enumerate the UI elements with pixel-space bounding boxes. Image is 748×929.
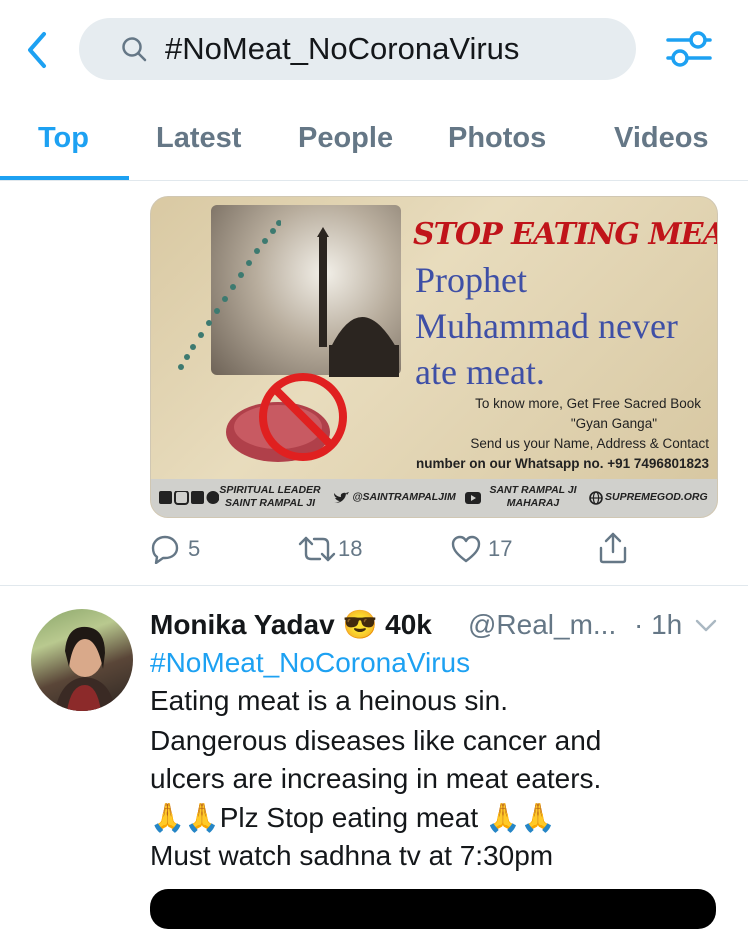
reply-icon [151, 535, 179, 564]
prayer-beads-image [178, 220, 281, 370]
reply-count: 5 [188, 536, 201, 561]
search-filter-button[interactable] [664, 26, 714, 72]
back-button[interactable] [22, 30, 52, 70]
footer-channel-name-1: SANT RAMPAL JI [489, 484, 577, 496]
tweet-image[interactable]: STOP EATING MEAT! Prophet Muhammad never… [150, 196, 718, 518]
avatar[interactable] [31, 609, 133, 711]
tab-latest[interactable]: Latest [156, 118, 241, 158]
heart-icon [451, 535, 481, 563]
social-media-icons [159, 491, 219, 505]
promo-line-3: ate meat. [415, 352, 545, 392]
chevron-down-icon [695, 619, 717, 632]
tweet-menu-button[interactable] [694, 616, 718, 636]
sunglasses-emoji: 😎 [342, 609, 378, 640]
tweet-text-line-4: 🙏🙏Plz Stop eating meat 🙏🙏 [150, 802, 556, 833]
promo-info-1: To know more, Get Free Sacred Book [475, 396, 701, 411]
search-input[interactable]: #NoMeat_NoCoronaVirus [79, 18, 636, 80]
retweet-button[interactable]: 18 [298, 532, 378, 566]
retweet-count: 18 [338, 536, 363, 561]
user-profile-photo [55, 626, 115, 711]
mosque-silhouette [317, 227, 399, 377]
author-followers-tag: 40k [385, 609, 432, 640]
author-handle[interactable]: @Real_m... [468, 608, 616, 642]
promo-info-2: "Gyan Ganga" [570, 416, 657, 431]
tweet-text-line-5: Must watch sadhna tv at 7:30pm [150, 840, 554, 871]
tweet-author: Monika Yadav 😎 40k [150, 608, 432, 642]
tweet-hashtag-link[interactable]: #NoMeat_NoCoronaVirus [150, 646, 470, 680]
twitter-icon [334, 492, 349, 503]
tab-videos[interactable]: Videos [614, 118, 709, 158]
tabs-divider [0, 180, 748, 181]
like-button[interactable]: 17 [450, 532, 520, 566]
search-query: #NoMeat_NoCoronaVirus [165, 31, 520, 66]
globe-icon [589, 491, 603, 505]
sliders-icon [666, 31, 712, 67]
chevron-left-icon [28, 32, 46, 68]
footer-leader-name: SAINT RAMPAL JI [224, 497, 316, 509]
share-button[interactable] [598, 532, 630, 566]
promo-line-1: Prophet [415, 260, 527, 300]
tweet-divider [0, 585, 748, 586]
like-count: 17 [488, 536, 513, 561]
promo-headline: STOP EATING MEAT! [413, 217, 717, 252]
promo-info-3: Send us your Name, Address & Contact [470, 436, 709, 451]
footer-leader-title: SPIRITUAL LEADER [219, 484, 321, 496]
youtube-icon [465, 492, 481, 504]
tweet-media-preview[interactable] [150, 889, 716, 929]
promo-info-4: number on our Whatsapp no. +91 749680182… [416, 456, 709, 471]
share-icon [599, 532, 627, 564]
tweet-text-line-2: Dangerous diseases like cancer and [150, 725, 602, 756]
tweet-timestamp[interactable]: · 1h [634, 608, 682, 642]
tab-top[interactable]: Top [38, 118, 89, 158]
tweet-text-line-1: Eating meat is a heinous sin. [150, 685, 508, 716]
promo-footer: SPIRITUAL LEADER SAINT RAMPAL JI @SAINTR… [151, 479, 717, 517]
author-name[interactable]: Monika Yadav [150, 609, 335, 640]
reply-button[interactable]: 5 [150, 532, 210, 566]
retweet-icon [298, 536, 336, 562]
no-meat-icon [226, 373, 347, 462]
footer-channel-name-2: MAHARAJ [506, 497, 560, 509]
footer-website: SUPREMEGOD.ORG [605, 491, 708, 503]
tab-photos[interactable]: Photos [448, 118, 546, 158]
promo-line-2: Muhammad never [415, 306, 678, 346]
tweet-text-line-3: ulcers are increasing in meat eaters. [150, 763, 602, 794]
search-icon [122, 37, 147, 62]
tab-people[interactable]: People [298, 118, 393, 158]
footer-twitter-handle: @SAINTRAMPALJIM [352, 491, 456, 503]
